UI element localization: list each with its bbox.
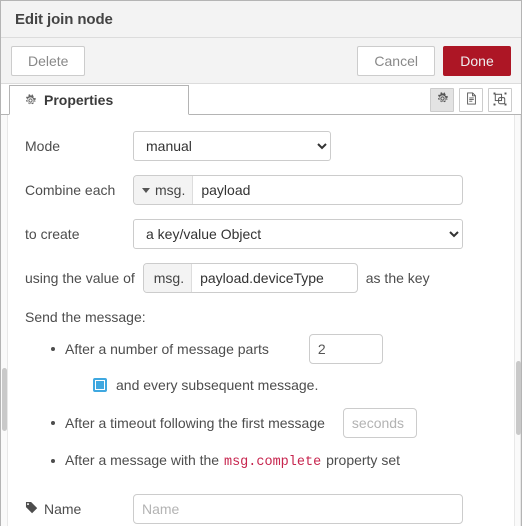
dialog-titlebar: Edit join node <box>1 1 521 38</box>
key-sentence-prefix: using the value of <box>25 270 135 286</box>
dialog-tabbar: Properties <box>1 84 521 115</box>
key-input[interactable] <box>192 264 357 292</box>
cancel-button[interactable]: Cancel <box>357 45 435 76</box>
dialog-button-row: Delete Cancel Done <box>1 38 521 84</box>
document-icon <box>465 92 478 108</box>
condition-complete-text: After a message with the msg.complete pr… <box>65 452 400 470</box>
condition-parts-label: After a number of message parts <box>65 341 269 357</box>
form-row-to-create: to create a key/value Object <box>25 219 501 249</box>
dialog-title: Edit join node <box>15 10 113 28</box>
key-prefix-label: msg. <box>153 270 185 286</box>
every-subsequent-checkbox[interactable] <box>93 378 107 392</box>
join-properties-form: Mode manual Combine each msg. to cre <box>1 115 521 526</box>
appearance-tool-button[interactable] <box>488 88 512 112</box>
combine-each-prefix-label: msg. <box>155 182 186 198</box>
name-label-group: Name <box>25 501 133 517</box>
every-subsequent-label: and every subsequent message. <box>116 377 319 393</box>
condition-complete-before: After a message with the <box>65 452 220 468</box>
checkbox-inner-fill <box>96 381 104 389</box>
condition-parts: After a number of message parts <box>49 334 501 364</box>
form-row-combine-each: Combine each msg. <box>25 175 501 205</box>
key-sentence-row: using the value of msg. as the key <box>25 263 501 293</box>
done-button[interactable]: Done <box>443 45 511 76</box>
form-row-name: Name <box>25 494 501 524</box>
timeout-seconds-input[interactable] <box>342 408 417 438</box>
appearance-icon <box>493 92 507 109</box>
properties-tool-button[interactable] <box>430 88 454 112</box>
description-tool-button[interactable] <box>459 88 483 112</box>
gear-icon <box>436 92 449 108</box>
tag-icon <box>25 501 38 517</box>
to-create-select[interactable]: a key/value Object <box>133 219 463 249</box>
combine-each-typed-input: msg. <box>133 175 463 205</box>
combine-each-type-selector[interactable]: msg. <box>134 176 194 204</box>
combine-each-label: Combine each <box>25 182 116 198</box>
delete-button[interactable]: Delete <box>11 45 86 76</box>
key-typed-input: msg. <box>142 263 358 293</box>
tab-label-properties: Properties <box>44 92 114 108</box>
send-conditions-list: After a number of message parts and ever… <box>25 334 501 472</box>
edit-join-node-dialog: Edit join node Delete Cancel Done Proper… <box>0 0 522 526</box>
gear-icon <box>24 93 37 107</box>
condition-complete: After a message with the msg.complete pr… <box>49 450 501 472</box>
tab-properties[interactable]: Properties <box>9 85 189 115</box>
to-create-label: to create <box>25 226 80 242</box>
name-input[interactable] <box>133 494 463 524</box>
send-message-label: Send the message: <box>25 309 146 325</box>
message-parts-input[interactable] <box>308 334 383 364</box>
left-scrollbar-track[interactable] <box>1 115 8 526</box>
condition-timeout-label: After a timeout following the first mess… <box>65 415 325 431</box>
left-scrollbar-thumb[interactable] <box>2 368 7 431</box>
mode-select[interactable]: manual <box>133 131 331 161</box>
key-sentence-suffix: as the key <box>365 270 430 286</box>
chevron-down-icon <box>142 187 150 193</box>
name-label: Name <box>44 501 82 517</box>
key-type-prefix[interactable]: msg. <box>143 264 193 292</box>
condition-complete-after: property set <box>326 452 401 468</box>
combine-each-input[interactable] <box>193 176 462 204</box>
form-row-mode: Mode manual <box>25 131 501 161</box>
right-scrollbar-thumb[interactable] <box>516 361 521 435</box>
condition-timeout: After a timeout following the first mess… <box>49 408 501 438</box>
tab-tools <box>430 88 512 112</box>
mode-label: Mode <box>25 138 61 154</box>
condition-subsequent: and every subsequent message. <box>49 374 501 396</box>
dialog-body: Mode manual Combine each msg. to cre <box>1 115 521 526</box>
msg-complete-code: msg.complete <box>223 455 322 470</box>
right-scrollbar-track[interactable] <box>514 115 521 526</box>
